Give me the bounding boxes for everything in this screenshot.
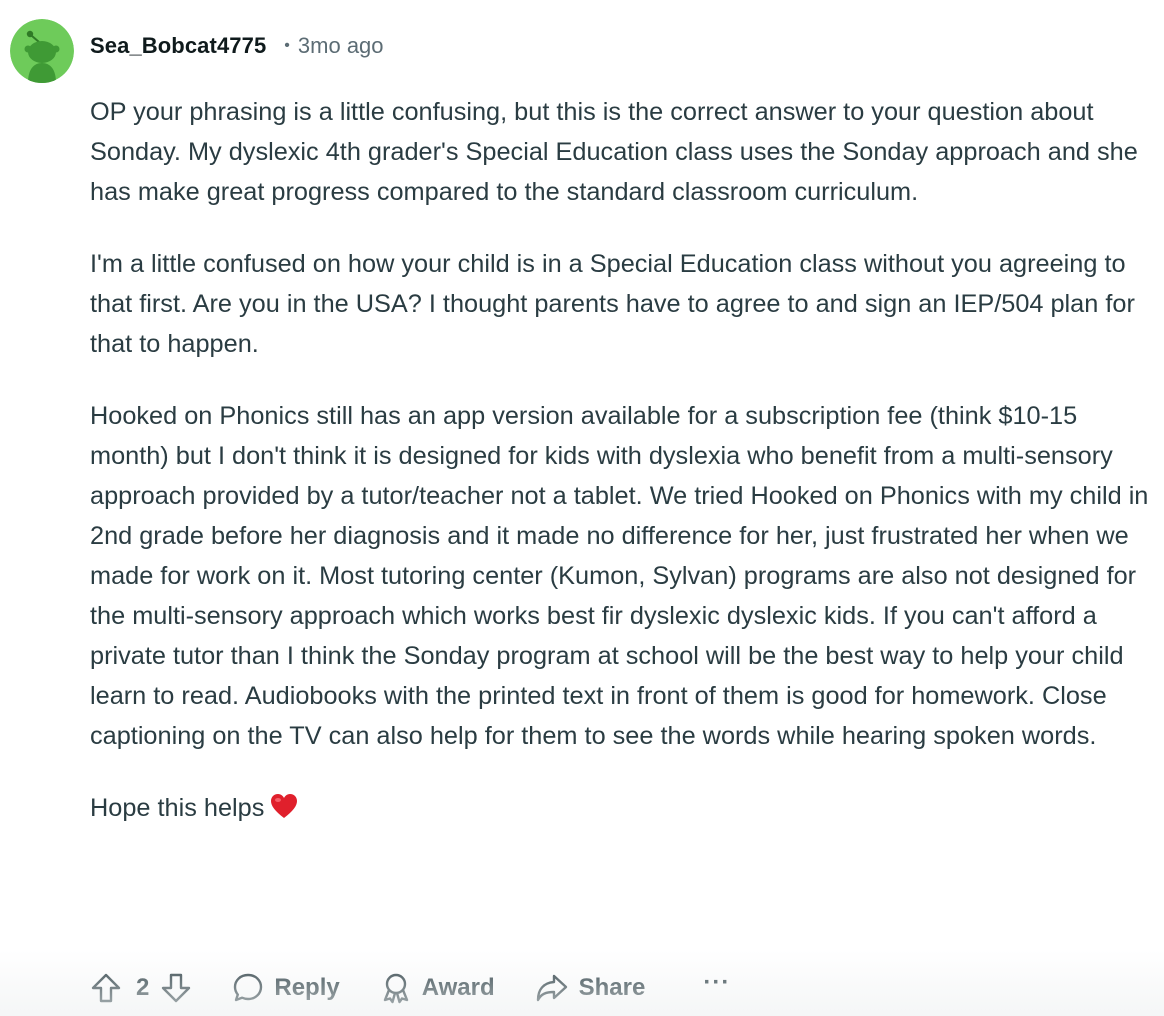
reply-label: Reply <box>274 974 340 1001</box>
snoo-avatar-icon <box>10 19 74 83</box>
reply-button[interactable]: Reply <box>232 972 340 1004</box>
heart-icon <box>270 791 298 831</box>
username[interactable]: Sea_Bobcat4775 <box>90 33 266 59</box>
meta-separator: • <box>284 37 290 54</box>
award-label: Award <box>421 974 495 1001</box>
downvote-icon[interactable] <box>160 972 192 1004</box>
comment-actions: 2 Reply Award Share ··· <box>90 966 730 1010</box>
upvote-icon[interactable] <box>90 972 122 1004</box>
avatar[interactable] <box>10 19 74 83</box>
comment-paragraph-last: Hope this helps <box>90 788 1160 831</box>
comment-paragraph-text: Hope this helps <box>90 794 265 822</box>
timestamp[interactable]: 3mo ago <box>298 33 384 59</box>
share-label: Share <box>578 974 646 1001</box>
award-icon <box>380 972 412 1004</box>
comment-paragraph: OP your phrasing is a little confusing, … <box>90 98 1138 206</box>
vote-group: 2 <box>90 972 192 1004</box>
comment-body: OP your phrasing is a little confusing, … <box>90 92 1160 831</box>
more-options-button[interactable]: ··· <box>703 969 730 997</box>
award-button[interactable]: Award <box>380 972 495 1004</box>
vote-score: 2 <box>136 974 150 1001</box>
speech-bubble-icon <box>232 972 264 1004</box>
comment-paragraph: I'm a little confused on how your child … <box>90 250 1135 358</box>
share-button[interactable]: Share <box>535 972 646 1004</box>
comment-paragraph: Hooked on Phonics still has an app versi… <box>90 402 1149 750</box>
comment-header: Sea_Bobcat4775 • 3mo ago <box>90 31 384 61</box>
comment: Sea_Bobcat4775 • 3mo ago OP your phrasin… <box>0 0 1164 1016</box>
share-arrow-icon <box>535 972 569 1004</box>
